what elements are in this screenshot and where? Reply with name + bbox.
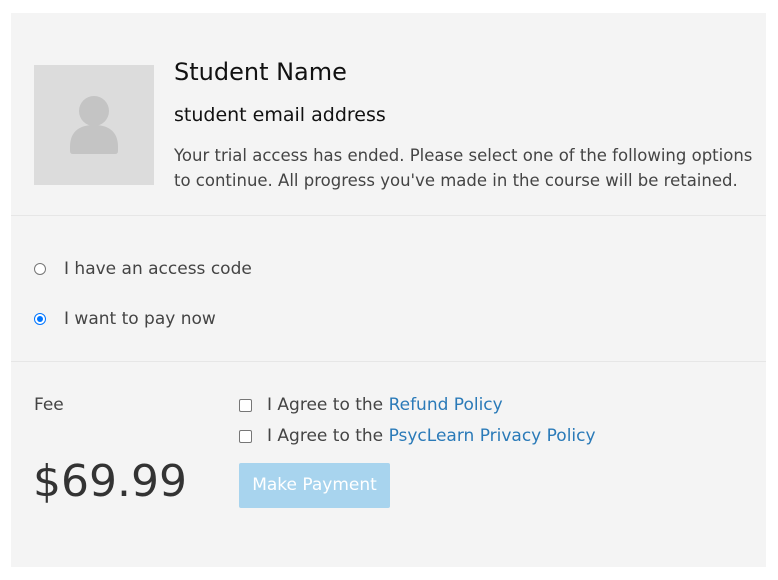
privacy-policy-link[interactable]: PsycLearn Privacy Policy xyxy=(389,426,596,446)
privacy-policy-checkbox[interactable] xyxy=(239,429,252,443)
access-code-label: I have an access code xyxy=(64,259,252,279)
refund-policy-link[interactable]: Refund Policy xyxy=(389,395,503,415)
student-profile-section: Student Name student email address Your … xyxy=(11,13,766,216)
refund-policy-agreement: I Agree to the Refund Policy xyxy=(239,395,503,415)
pay-now-radio[interactable] xyxy=(34,313,46,325)
price: $69.99 xyxy=(33,456,187,507)
avatar xyxy=(34,65,154,185)
pay-now-option[interactable]: I want to pay now xyxy=(34,309,216,329)
student-name: Student Name xyxy=(174,58,347,86)
access-code-radio[interactable] xyxy=(34,263,46,275)
make-payment-button[interactable]: Make Payment xyxy=(239,463,390,508)
access-options-section: I have an access code I want to pay now xyxy=(11,216,766,362)
refund-agreement-text: I Agree to the Refund Policy xyxy=(267,395,503,415)
privacy-policy-agreement: I Agree to the PsycLearn Privacy Policy xyxy=(239,426,596,446)
access-code-option[interactable]: I have an access code xyxy=(34,259,252,279)
refund-agreement-prefix: I Agree to the xyxy=(267,395,384,415)
payment-section: Fee $69.99 I Agree to the Refund Policy … xyxy=(11,362,766,567)
pay-now-label: I want to pay now xyxy=(64,309,216,329)
user-silhouette-icon xyxy=(70,96,118,154)
student-email: student email address xyxy=(174,104,386,126)
fee-label: Fee xyxy=(34,395,64,415)
trial-ended-message: Your trial access has ended. Please sele… xyxy=(174,146,753,190)
trial-ended-panel: Student Name student email address Your … xyxy=(11,13,766,567)
privacy-agreement-text: I Agree to the PsycLearn Privacy Policy xyxy=(267,426,596,446)
privacy-agreement-prefix: I Agree to the xyxy=(267,426,384,446)
refund-policy-checkbox[interactable] xyxy=(239,398,252,412)
